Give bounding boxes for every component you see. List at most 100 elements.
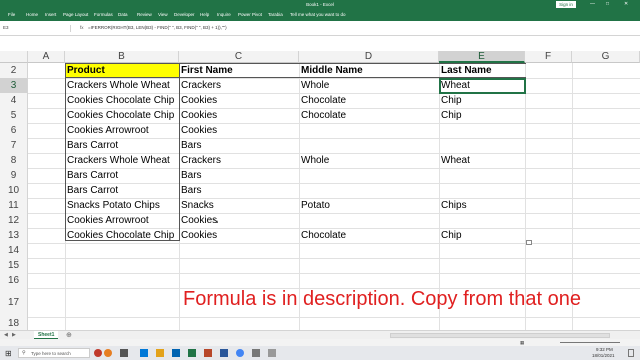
horizontal-scrollbar[interactable]: [390, 333, 610, 338]
clock-date[interactable]: 18/01/2021: [592, 353, 615, 358]
store-icon[interactable]: [172, 349, 180, 357]
product-cell[interactable]: Crackers Whole Wheat: [65, 153, 170, 168]
first-name-cell[interactable]: Bars: [179, 138, 202, 153]
tab-sheet1[interactable]: Sheet1: [34, 331, 59, 339]
tab-tarabia[interactable]: Tarabia: [268, 12, 283, 17]
last-name-cell[interactable]: Chip: [439, 228, 462, 243]
minimize-icon[interactable]: —: [590, 1, 595, 7]
sign-in-button[interactable]: Sign in: [556, 1, 576, 8]
word-icon[interactable]: [220, 349, 228, 357]
last-name-cell[interactable]: Chips: [439, 198, 467, 213]
row-header-13[interactable]: 13: [0, 228, 28, 243]
product-cell[interactable]: Snacks Potato Chips: [65, 198, 160, 213]
row-header-14[interactable]: 14: [0, 243, 28, 258]
tab-help[interactable]: Help: [200, 12, 209, 17]
row-header-12[interactable]: 12: [0, 213, 28, 228]
tab-page-layout[interactable]: Page Layout: [63, 12, 88, 17]
windows-start-icon[interactable]: ⊞: [5, 349, 12, 358]
first-name-cell[interactable]: Bars: [179, 168, 202, 183]
tab-inquire[interactable]: Inquire: [217, 12, 231, 17]
tab-insert[interactable]: Insert: [45, 12, 56, 17]
close-icon[interactable]: ✕: [624, 1, 628, 7]
add-sheet-icon[interactable]: ⊕: [66, 331, 72, 339]
row-header-7[interactable]: 7: [0, 138, 28, 153]
product-cell[interactable]: Cookies Chocolate Chip: [65, 93, 174, 108]
header-last-name[interactable]: Last Name: [439, 63, 492, 78]
tab-developer[interactable]: Developer: [174, 12, 195, 17]
row-header-9[interactable]: 9: [0, 168, 28, 183]
tab-file[interactable]: File: [8, 12, 15, 17]
tab-home[interactable]: Home: [26, 12, 38, 17]
tab-power-pivot[interactable]: Power Pivot: [238, 12, 262, 17]
last-name-cell[interactable]: Wheat: [439, 153, 470, 168]
column-header-f[interactable]: F: [525, 51, 572, 63]
middle-name-cell[interactable]: Chocolate: [299, 108, 346, 123]
name-box[interactable]: E3: [1, 25, 71, 32]
middle-name-cell[interactable]: Potato: [299, 198, 330, 213]
product-cell[interactable]: Cookies Chocolate Chip: [65, 228, 174, 243]
middle-name-cell[interactable]: Chocolate: [299, 93, 346, 108]
middle-name-cell[interactable]: Whole: [299, 78, 329, 93]
last-name-cell[interactable]: Chip: [439, 108, 462, 123]
row-header-5[interactable]: 5: [0, 108, 28, 123]
tab-review[interactable]: Review: [137, 12, 152, 17]
middle-name-cell[interactable]: Chocolate: [299, 228, 346, 243]
task-view-icon[interactable]: [120, 349, 128, 357]
product-cell[interactable]: Crackers Whole Wheat: [65, 78, 170, 93]
taskbar-search-box[interactable]: ⚲ Type here to search: [18, 348, 90, 358]
scroll-right-icon[interactable]: ▶: [12, 332, 16, 338]
app-icon[interactable]: [104, 349, 112, 357]
first-name-cell[interactable]: Bars: [179, 183, 202, 198]
row-header-8[interactable]: 8: [0, 153, 28, 168]
first-name-cell[interactable]: Cookies: [179, 93, 217, 108]
fx-icon[interactable]: fx: [80, 25, 84, 30]
tab-view[interactable]: View: [158, 12, 168, 17]
row-header-17[interactable]: 17: [0, 288, 28, 317]
row-header-4[interactable]: 4: [0, 93, 28, 108]
maximize-icon[interactable]: □: [606, 1, 609, 7]
header-middle-name[interactable]: Middle Name: [299, 63, 363, 78]
row-header-2[interactable]: 2: [0, 63, 28, 78]
first-name-cell[interactable]: Snacks: [179, 198, 214, 213]
product-cell[interactable]: Cookies Arrowroot: [65, 213, 149, 228]
select-all-corner[interactable]: [0, 51, 28, 63]
powerpoint-icon[interactable]: [204, 349, 212, 357]
first-name-cell[interactable]: Crackers: [179, 153, 221, 168]
row-header-18[interactable]: 18: [0, 317, 28, 330]
first-name-cell[interactable]: Cookies: [179, 123, 217, 138]
column-header-d[interactable]: D: [299, 51, 439, 63]
header-product[interactable]: Product: [65, 63, 105, 78]
edge-icon[interactable]: [140, 349, 148, 357]
tab-data[interactable]: Data: [118, 12, 128, 17]
chrome-icon[interactable]: [236, 349, 244, 357]
tell-me-search[interactable]: Tell me what you want to do: [290, 12, 346, 17]
first-name-cell[interactable]: Cookies: [179, 108, 217, 123]
column-header-e[interactable]: E: [439, 51, 525, 63]
column-header-a[interactable]: A: [28, 51, 65, 63]
row-header-6[interactable]: 6: [0, 123, 28, 138]
product-cell[interactable]: Bars Carrot: [65, 168, 118, 183]
tab-formulas[interactable]: Formulas: [94, 12, 113, 17]
scroll-left-icon[interactable]: ◀: [4, 332, 8, 338]
column-header-b[interactable]: B: [65, 51, 179, 63]
row-header-16[interactable]: 16: [0, 273, 28, 288]
product-cell[interactable]: Cookies Chocolate Chip: [65, 108, 174, 123]
product-cell[interactable]: Cookies Arrowroot: [65, 123, 149, 138]
notifications-icon[interactable]: [628, 349, 634, 357]
excel-icon[interactable]: [188, 349, 196, 357]
app-icon[interactable]: [94, 349, 102, 357]
row-header-15[interactable]: 15: [0, 258, 28, 273]
row-header-3[interactable]: 3: [0, 78, 28, 93]
column-header-g[interactable]: G: [572, 51, 640, 63]
app-icon[interactable]: [252, 349, 260, 357]
middle-name-cell[interactable]: Whole: [299, 153, 329, 168]
zoom-slider[interactable]: [560, 342, 620, 343]
product-cell[interactable]: Bars Carrot: [65, 138, 118, 153]
active-cell-selection[interactable]: [439, 78, 526, 94]
first-name-cell[interactable]: Cookies: [179, 213, 217, 228]
last-name-cell[interactable]: Chip: [439, 93, 462, 108]
clock-time[interactable]: 9:32 PM: [596, 347, 613, 352]
first-name-cell[interactable]: Cookies: [179, 228, 217, 243]
file-explorer-icon[interactable]: [156, 349, 164, 357]
header-first-name[interactable]: First Name: [179, 63, 233, 78]
